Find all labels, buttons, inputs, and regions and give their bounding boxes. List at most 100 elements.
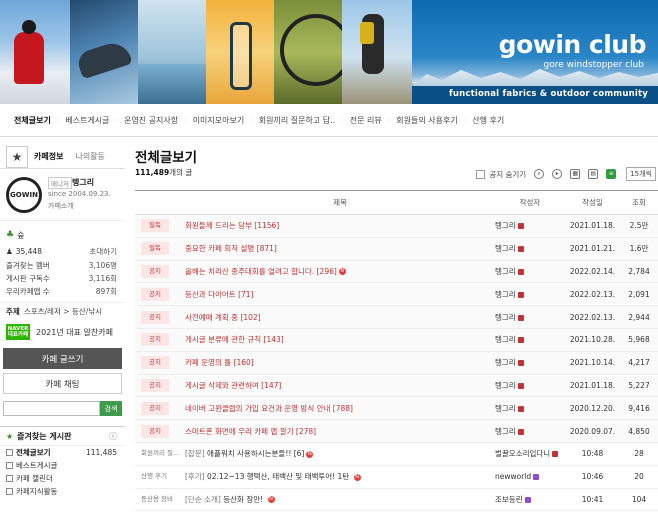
table-row[interactable]: 필독 회원들께 드리는 당부 [1156] 텡그리 2021.01.18. 2.5만 bbox=[135, 214, 658, 238]
row-title[interactable]: 사전예매 계획 중 bbox=[185, 313, 238, 322]
sidebar-board-all[interactable]: 전체글보기 111,485 bbox=[0, 446, 125, 459]
row-category[interactable]: 공지 bbox=[141, 287, 169, 301]
invite-button[interactable]: 초대하기 bbox=[89, 246, 117, 257]
row-comment-count[interactable]: [6] bbox=[294, 449, 305, 458]
row-category[interactable]: 공지 bbox=[141, 401, 169, 415]
row-title[interactable]: 게시글 삭제와 관련하여 bbox=[185, 381, 259, 390]
info-icon[interactable]: ⓘ bbox=[109, 431, 117, 442]
menu-item-usage[interactable]: 회원들의 사용후기 bbox=[392, 115, 461, 126]
table-row[interactable]: 등산용 장비 [단순 소개] 등산화 장만! N 조보등린 10:41 104 bbox=[135, 488, 658, 512]
row-date: 10:46 bbox=[565, 465, 620, 489]
sidebar-board-best[interactable]: 베스트게시글 bbox=[0, 459, 125, 472]
card-view-icon[interactable]: ▤ bbox=[588, 169, 599, 179]
menu-item-hiking[interactable]: 산행 후기 bbox=[468, 115, 508, 126]
row-category[interactable]: 필독 bbox=[141, 242, 169, 256]
topic-value[interactable]: 스포츠/레저 > 등산/낚시 bbox=[24, 306, 102, 317]
row-category[interactable]: 공지 bbox=[141, 424, 169, 438]
row-writer[interactable]: 텡그리 bbox=[495, 358, 516, 367]
menu-item-review[interactable]: 전문 리뷰 bbox=[346, 115, 386, 126]
table-row[interactable]: 공지 사전예매 계획 중 [102] 텡그리 2022.02.13. 2,944 bbox=[135, 305, 658, 329]
row-title[interactable]: 네이버 고윈클럽의 가입 요건과 운영 방식 안내 bbox=[185, 404, 330, 413]
write-post-button[interactable]: 카페 글쓰기 bbox=[3, 348, 122, 369]
row-writer[interactable]: 텡그리 bbox=[495, 221, 516, 230]
row-category[interactable]: 공지 bbox=[141, 310, 169, 324]
row-writer[interactable]: 조보등린 bbox=[495, 495, 523, 504]
menu-item-best[interactable]: 베스트게시글 bbox=[61, 115, 113, 126]
row-title[interactable]: 02.12~13 행택산, 태백산 및 태백투어! 1탄 bbox=[207, 472, 349, 481]
table-row[interactable]: 회원끼리 질... [잡문] 애플워치 사용하시는분들!! [6] N 벌꿀오소리입다… bbox=[135, 442, 658, 466]
row-comment-count[interactable]: [143] bbox=[264, 335, 284, 344]
row-writer[interactable]: 텡그리 bbox=[495, 404, 516, 413]
table-row[interactable]: 공지 네이버 고윈클럽의 가입 요건과 운영 방식 안내 [788] 텡그리 2020… bbox=[135, 396, 658, 421]
cafe-banner[interactable]: ≈ gowin club gore windstopper club funct… bbox=[0, 0, 658, 104]
member-count[interactable]: 35,448 bbox=[16, 247, 42, 256]
list-view-icon[interactable]: ≡ bbox=[606, 169, 617, 179]
row-writer[interactable]: 텡그리 bbox=[495, 335, 516, 344]
row-category[interactable]: 등산용 장비 bbox=[141, 493, 173, 506]
row-category[interactable]: 필독 bbox=[141, 219, 169, 233]
row-title[interactable]: 애플워치 사용하시는분들!! bbox=[207, 449, 291, 458]
menu-item-qna[interactable]: 회원끼리 질문하고 답.. bbox=[255, 115, 339, 126]
row-title[interactable]: 회원들께 드리는 당부 bbox=[185, 221, 252, 230]
row-comment-count[interactable]: [278] bbox=[296, 427, 316, 436]
row-comment-count[interactable]: [147] bbox=[261, 381, 281, 390]
menu-item-all[interactable]: 전체글보기 bbox=[10, 115, 55, 126]
new-icon: N bbox=[353, 473, 361, 481]
table-row[interactable]: 공지 올해는 치리산 종주대회를 열려고 합니다. [296] N 텡그리 2022.0… bbox=[135, 260, 658, 284]
hide-notice-label[interactable]: 공지 숨기기 bbox=[489, 169, 526, 180]
row-title[interactable]: 카페 운영의 틀 bbox=[185, 358, 231, 367]
row-writer[interactable]: 텡그리 bbox=[495, 427, 516, 436]
row-writer[interactable]: 텡그리 bbox=[495, 313, 516, 322]
row-writer[interactable]: 텡그리 bbox=[495, 290, 516, 299]
row-title[interactable]: 등산화 장만! bbox=[223, 495, 263, 504]
row-writer[interactable]: 텡그리 bbox=[495, 267, 516, 276]
row-category[interactable]: 공지 bbox=[141, 378, 169, 392]
table-row[interactable]: 필독 중요한 카페 회칙 설명 [871] 텡그리 2021.01.21. 1.6만 bbox=[135, 237, 658, 261]
per-page-select[interactable]: 15개씩 bbox=[626, 167, 656, 181]
row-comment-count[interactable]: [1156] bbox=[254, 221, 279, 230]
hide-notice-checkbox[interactable] bbox=[476, 169, 486, 179]
row-title[interactable]: 스마트폰 화면에 우리 카페 앱 깔기 bbox=[185, 427, 294, 436]
row-writer[interactable]: 텡그리 bbox=[495, 244, 516, 253]
table-row[interactable]: 공지 카페 운영의 틀 [160] 텡그리 2021.10.14. 4,217 bbox=[135, 351, 658, 375]
table-row[interactable]: 공지 게시글 삭제와 관련하여 [147] 텡그리 2021.01.18. 5,227 bbox=[135, 374, 658, 398]
row-title[interactable]: 등산과 다이어트 bbox=[185, 290, 236, 299]
search-button[interactable]: 검색 bbox=[100, 401, 122, 416]
row-comment-count[interactable]: [296] bbox=[317, 267, 337, 276]
tab-my-activity[interactable]: 나의활동 bbox=[69, 151, 110, 162]
play-icon[interactable]: ▸ bbox=[552, 169, 563, 179]
row-writer[interactable]: 벌꿀오소리입다니 bbox=[495, 449, 550, 458]
row-writer[interactable]: newworld bbox=[495, 472, 531, 481]
sidebar-board-knowledge[interactable]: 카페지식활동 bbox=[0, 485, 125, 498]
search-icon[interactable]: ⌕ bbox=[534, 169, 545, 179]
sidebar-board-calendar[interactable]: 카페 캘린더 bbox=[0, 472, 125, 485]
row-category[interactable]: 산행 후기 bbox=[141, 470, 167, 483]
album-view-icon[interactable]: ▦ bbox=[570, 169, 581, 179]
manager-name[interactable]: 텡그리 bbox=[72, 177, 94, 188]
row-title[interactable]: 게시글 분류에 관한 규칙 bbox=[185, 335, 261, 344]
table-row[interactable]: 공지 게시글 분류에 관한 규칙 [143] 텡그리 2021.10.28. 5,968 bbox=[135, 328, 658, 352]
row-comment-count[interactable]: [788] bbox=[333, 404, 353, 413]
table-row[interactable]: 공지 등산과 다이어트 [71] 텡그리 2022.02.13. 2,091 bbox=[135, 282, 658, 307]
menu-item-notice[interactable]: 운영진 공지사항 bbox=[120, 115, 182, 126]
row-category[interactable]: 공지 bbox=[141, 333, 169, 347]
row-comment-count[interactable]: [71] bbox=[238, 290, 253, 299]
table-row[interactable]: 산행 후기 [후기] 02.12~13 행택산, 태백산 및 태백투어! 1탄 N… bbox=[135, 465, 658, 489]
cafe-intro-link[interactable]: 카페소개 bbox=[48, 201, 74, 211]
row-comment-count[interactable]: [871] bbox=[257, 244, 277, 253]
row-category[interactable]: 공지 bbox=[141, 264, 169, 278]
menu-item-images[interactable]: 이미지모아보기 bbox=[189, 115, 249, 126]
row-comment-count[interactable]: [160] bbox=[234, 358, 254, 367]
row-comment-count[interactable]: [102] bbox=[240, 313, 260, 322]
row-writer[interactable]: 텡그리 bbox=[495, 381, 516, 390]
row-title[interactable]: 중요한 카페 회칙 설명 bbox=[185, 244, 254, 253]
cafe-chat-button[interactable]: 카페 채팅 bbox=[3, 373, 122, 394]
star-icon[interactable]: ★ bbox=[6, 145, 28, 168]
naver-award-text[interactable]: 2021년 대표 알찬카페 bbox=[36, 327, 113, 338]
row-category[interactable]: 공지 bbox=[141, 356, 169, 370]
table-row[interactable]: 공지 스마트폰 화면에 우리 카페 앱 깔기 [278] 텡그리 2020.09.07… bbox=[135, 419, 658, 443]
cafe-search-input[interactable] bbox=[3, 401, 100, 416]
tab-cafe-info[interactable]: 카페정보 bbox=[28, 151, 69, 162]
row-category[interactable]: 회원끼리 질... bbox=[141, 447, 179, 460]
row-title[interactable]: 올해는 치리산 종주대회를 열려고 합니다. bbox=[185, 267, 314, 276]
